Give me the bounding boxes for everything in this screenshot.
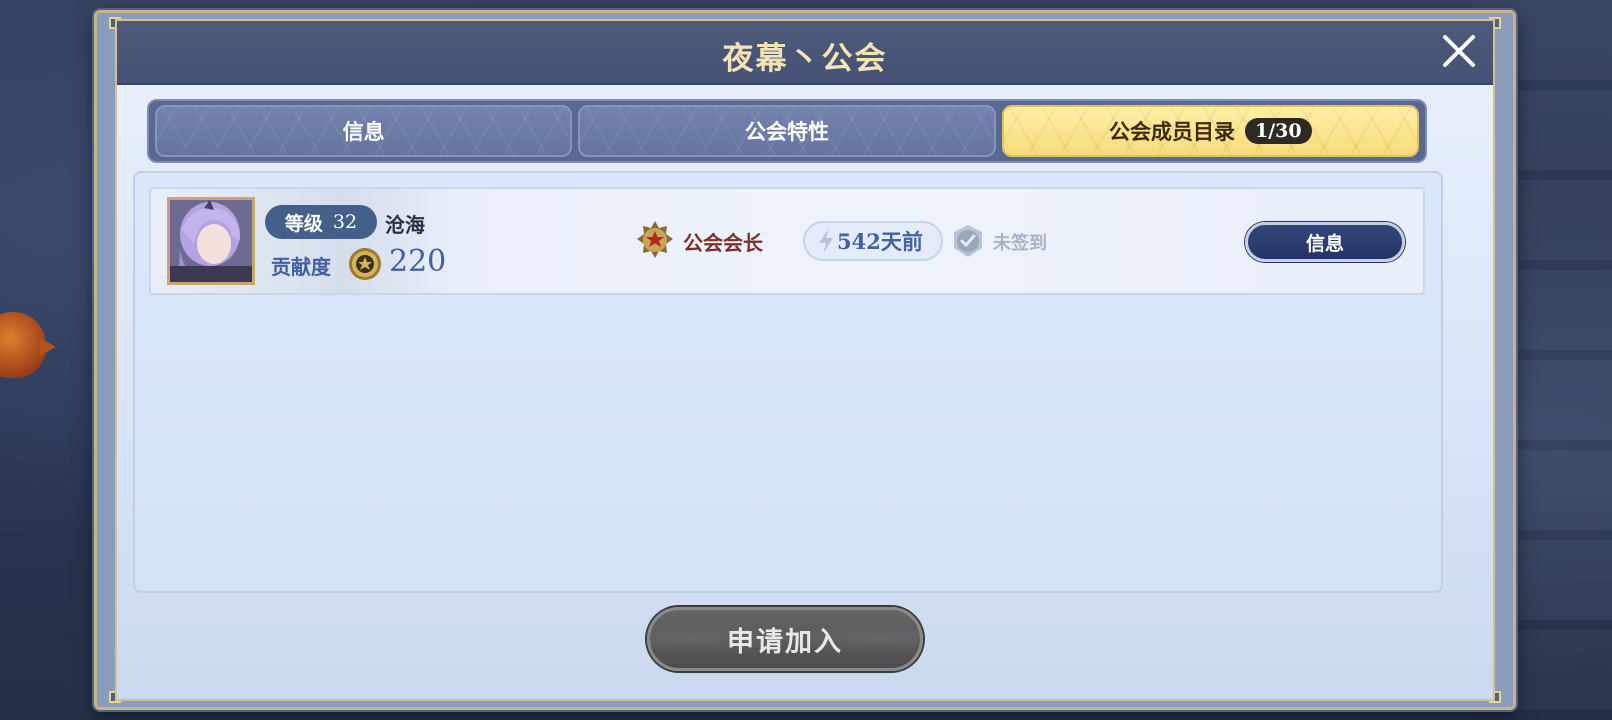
signin-status: 未签到 (993, 233, 1047, 254)
tab-label: 公会特性 (744, 120, 829, 144)
dialog-body: 夜幕丶公会 信息 公会特性 公会成员目录 1/30 等级 32 沧海 贡献度 2… (115, 19, 1495, 701)
member-list[interactable]: 等级 32 沧海 贡献度 220 公会会长 542天前 未签到 信息 (133, 171, 1443, 593)
contribution-value: 220 (389, 244, 447, 279)
last-online-pill: 542天前 (803, 221, 943, 261)
level-pill: 等级 32 (265, 205, 377, 239)
portrait-art (170, 200, 252, 282)
lightning-icon (819, 228, 833, 254)
medal-coin-icon (349, 248, 381, 280)
level-value: 32 (332, 211, 358, 233)
tab-label: 信息 (342, 120, 385, 144)
checkmark-icon (954, 225, 982, 257)
dialog-header: 夜幕丶公会 (117, 21, 1493, 85)
tab-label: 公会成员目录 (1109, 120, 1236, 144)
member-row[interactable]: 等级 32 沧海 贡献度 220 公会会长 542天前 未签到 信息 (149, 187, 1425, 295)
role-emblem-icon (637, 221, 673, 258)
close-button[interactable] (1439, 31, 1479, 71)
guild-dialog: 夜幕丶公会 信息 公会特性 公会成员目录 1/30 等级 32 沧海 贡献度 2… (94, 10, 1516, 710)
last-online-text: 542天前 (837, 229, 923, 254)
tab-guild-traits[interactable]: 公会特性 (578, 105, 996, 157)
apply-join-button[interactable]: 申请加入 (647, 607, 923, 671)
contribution-label: 贡献度 (271, 255, 331, 279)
member-count-badge: 1/30 (1245, 118, 1312, 144)
dialog-title: 夜幕丶公会 (722, 41, 888, 77)
member-info-button[interactable]: 信息 (1245, 222, 1405, 262)
close-icon (1443, 35, 1475, 67)
avatar[interactable] (167, 197, 255, 285)
level-label: 等级 (284, 212, 323, 235)
tab-bar: 信息 公会特性 公会成员目录 1/30 (147, 99, 1427, 163)
player-name: 沧海 (385, 213, 425, 237)
role-label: 公会会长 (683, 231, 763, 255)
tab-info[interactable]: 信息 (155, 105, 573, 157)
tab-member-list[interactable]: 公会成员目录 1/30 (1001, 105, 1419, 157)
